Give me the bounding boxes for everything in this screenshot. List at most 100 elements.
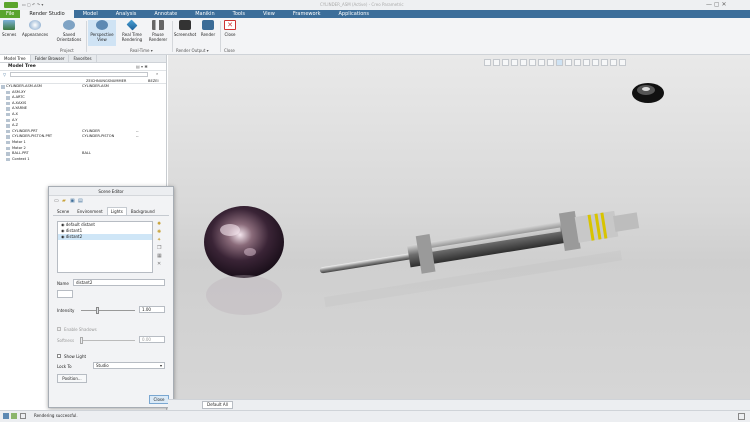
intensity-slider[interactable] — [81, 307, 135, 314]
tab-model[interactable]: Model — [74, 10, 107, 18]
orientation-eye-icon — [63, 20, 75, 30]
tab-annotate[interactable]: Annotate — [145, 10, 186, 18]
search-icon[interactable]: ⌕ — [156, 71, 158, 76]
tab-manikin[interactable]: Manikin — [186, 10, 223, 18]
tab-background[interactable]: Background — [127, 207, 159, 215]
status-icon-1[interactable] — [3, 413, 9, 419]
save-as-icon[interactable]: ▤ — [78, 198, 83, 204]
puck-model — [632, 83, 664, 103]
group-close: Close — [224, 48, 235, 53]
real-time-rendering-label: Real Time Rendering — [121, 32, 143, 42]
saved-orientations-button[interactable]: Saved Orientations — [54, 20, 84, 42]
tab-framework[interactable]: Framework — [284, 10, 330, 18]
show-light-checkbox[interactable] — [57, 354, 61, 358]
softness-label: Softness — [57, 338, 75, 343]
tab-folder-browser[interactable]: Folder Browser — [31, 55, 70, 62]
light-tools: ✹ ✺ ✦ ❐ ▦ ✕ — [157, 221, 167, 273]
scenes-button[interactable]: Scenes — [2, 20, 16, 37]
tree-filter-input[interactable] — [10, 72, 148, 77]
close-ribbon-button[interactable]: ✕ Close — [222, 20, 238, 37]
title-bar: ▭ ▢ ↶ ↷ ▾ CYLINDER_ASM (Active) - Creo P… — [0, 0, 750, 10]
viewport-footer: Default All — [168, 399, 750, 410]
screenshot-button[interactable]: Screenshot — [174, 20, 196, 37]
open-folder-icon[interactable]: ▰ — [62, 198, 66, 204]
chevron-down-icon: ▾ — [159, 363, 162, 368]
status-icon-2[interactable] — [11, 413, 17, 419]
softness-slider-thumb[interactable] — [79, 337, 83, 344]
tree-node-icon — [6, 135, 10, 139]
light-list-item[interactable]: ◉ distant2 — [58, 234, 152, 240]
light-color-swatch[interactable] — [57, 290, 73, 298]
render-icon — [202, 20, 214, 30]
group-render-output[interactable]: Render Output ▾ — [176, 48, 209, 53]
window-controls[interactable]: — ▢ ✕ — [706, 0, 727, 10]
appearances-icon — [29, 20, 42, 30]
new-scene-icon[interactable]: ▭ — [54, 198, 59, 204]
enable-shadows-checkbox[interactable] — [57, 327, 61, 331]
show-light-label: Show Light — [64, 354, 87, 359]
tree-toolbar: Model Tree ▤ ▾ ✱ — [0, 63, 166, 71]
tree-node-icon — [6, 90, 10, 95]
filter-icon[interactable]: ▽ — [3, 72, 6, 77]
scenes-icon — [3, 20, 16, 30]
column-header-number[interactable]: ZEICHNUNGSNUMMER — [86, 79, 126, 83]
tree-node-icon — [6, 96, 10, 100]
softness-slider[interactable] — [79, 337, 135, 344]
appearances-button[interactable]: Appearances — [22, 20, 48, 37]
tab-lights[interactable]: Lights — [106, 207, 127, 215]
intensity-slider-thumb[interactable] — [95, 307, 99, 314]
real-time-rendering-button[interactable]: Real Time Rendering — [118, 19, 146, 42]
tab-view[interactable]: View — [254, 10, 284, 18]
tab-file[interactable]: File — [0, 10, 21, 18]
3d-viewport[interactable] — [168, 55, 750, 399]
pause-renderer-button[interactable]: Pause Renderer — [146, 20, 170, 42]
lights-list-items: ◉ default distant ◉ distant1 ◉ distant2 — [58, 222, 152, 240]
copy-light-icon[interactable]: ❐ — [157, 245, 167, 253]
tree-rows: CYLINDER-ASM.ASM CYLINDER-ASM ASM-XY A-ARTC… — [0, 84, 166, 162]
tree-node-icon — [6, 129, 10, 134]
intensity-label: Intensity — [57, 308, 75, 313]
tab-model-tree[interactable]: Model Tree — [0, 55, 31, 62]
close-button[interactable]: Close — [149, 395, 169, 404]
add-light-icon[interactable]: ✹ — [157, 221, 167, 229]
tab-scene[interactable]: Scene — [53, 207, 73, 215]
intensity-field[interactable]: 1.00 — [139, 306, 165, 313]
tab-environment[interactable]: Environment — [73, 207, 107, 215]
tab-tools[interactable]: Tools — [224, 10, 254, 18]
light-name: distant2 — [65, 234, 83, 239]
position-button[interactable]: Position... — [57, 374, 87, 383]
paste-light-icon[interactable]: ▦ — [157, 253, 167, 261]
filter-dropdown[interactable]: Default All — [202, 401, 233, 409]
tab-analysis[interactable]: Analysis — [107, 10, 146, 18]
quick-access-toolbar[interactable]: ▭ ▢ ↶ ↷ ▾ — [22, 0, 43, 10]
cylinder-model — [319, 210, 640, 308]
scene-editor-tabs: Scene Environment Lights Background — [53, 207, 169, 216]
saved-orientations-label: Saved Orientations — [56, 32, 82, 42]
real-time-rendering-icon — [126, 19, 138, 31]
light-name-field[interactable]: distant2 — [73, 279, 165, 286]
lock-to-select[interactable]: Studio ▾ — [93, 362, 165, 369]
scenes-label: Scenes — [2, 32, 17, 37]
tab-render-studio[interactable]: Render Studio — [20, 10, 74, 18]
lights-list[interactable]: ◉ default distant ◉ distant1 ◉ distant2 — [57, 221, 153, 273]
group-real-time[interactable]: Real-Time ▾ — [130, 48, 153, 53]
tab-favorites[interactable]: Favorites — [69, 55, 97, 62]
status-icon-3[interactable] — [20, 413, 26, 419]
tree-node-icon — [1, 85, 5, 89]
tree-settings-icon[interactable]: ▤ ▾ ✱ — [136, 64, 148, 69]
render-button[interactable]: Render — [199, 20, 217, 37]
tree-node-icon — [6, 118, 10, 123]
pause-icon — [152, 20, 164, 30]
tab-applications[interactable]: Applications — [330, 10, 379, 18]
status-right-icon[interactable] — [738, 413, 745, 420]
add-spot-icon[interactable]: ✺ — [157, 229, 167, 237]
perspective-view-button[interactable]: Perspective View — [88, 20, 116, 46]
status-message: Rendering successful. — [34, 413, 78, 418]
column-header-desc[interactable]: BEZEI — [148, 79, 159, 83]
group-project: Project — [60, 48, 74, 53]
delete-light-icon[interactable]: ✕ — [157, 261, 167, 269]
add-distant-icon[interactable]: ✦ — [157, 237, 167, 245]
save-icon[interactable]: ▣ — [70, 198, 75, 204]
tree-row[interactable]: Context 1 — [0, 157, 166, 163]
softness-field[interactable]: 0.00 — [139, 336, 165, 343]
